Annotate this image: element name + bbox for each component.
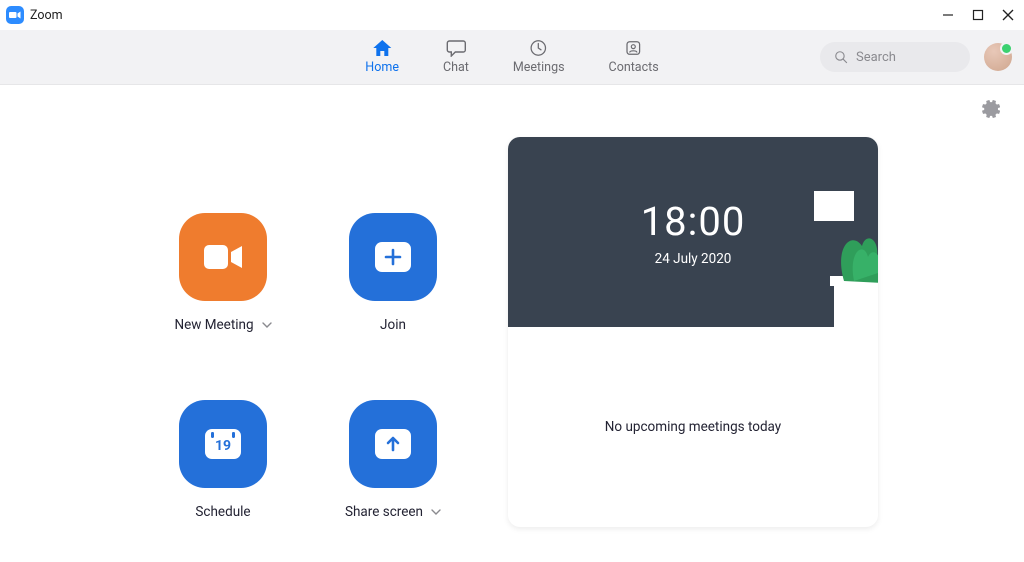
share-screen-label-row[interactable]: Share screen [345,504,441,520]
tab-home-label: Home [365,60,399,75]
contacts-icon [623,39,645,57]
schedule-action: 19 Schedule [148,400,298,527]
join-action: Join [318,213,468,340]
search-input[interactable]: Search [820,42,970,72]
minimize-button[interactable] [942,9,954,21]
tab-home[interactable]: Home [365,39,399,75]
home-icon [371,39,393,57]
new-meeting-label-row[interactable]: New Meeting [174,317,271,333]
nav-bar: Home Chat Meetings Contacts Search [0,30,1024,85]
search-icon [834,50,848,64]
share-screen-action: Share screen [318,400,468,527]
tab-contacts[interactable]: Contacts [609,39,659,75]
subheader [0,85,1024,127]
maximize-button[interactable] [972,9,984,21]
hero-time: 18:00 [641,198,746,245]
panel-body: No upcoming meetings today [508,327,878,527]
app-title: Zoom [30,8,63,23]
title-bar-left: Zoom [6,6,63,24]
calendar-day: 19 [215,438,231,454]
hero-date: 24 July 2020 [655,251,732,267]
tab-chat[interactable]: Chat [443,39,469,75]
plus-icon [375,242,411,272]
chevron-down-icon [431,507,441,517]
clock-icon [528,39,550,57]
tab-contacts-label: Contacts [609,60,659,75]
settings-button[interactable] [982,99,1002,123]
new-meeting-label: New Meeting [174,317,253,333]
tab-meetings[interactable]: Meetings [513,39,565,75]
plant-illustration [764,191,878,327]
nav-right: Search [820,42,1012,72]
window-controls [942,9,1014,21]
join-button[interactable] [349,213,437,301]
schedule-label[interactable]: Schedule [195,504,250,520]
new-meeting-action: New Meeting [148,213,298,340]
share-screen-button[interactable] [349,400,437,488]
chat-icon [445,39,467,57]
calendar-icon: 19 [205,429,241,459]
gear-icon [982,99,1002,119]
panel-hero: 18:00 24 July 2020 [508,137,878,327]
meetings-panel: 18:00 24 July 2020 No upcoming meetings … [508,137,878,527]
action-grid: New Meeting Join 19 Schedule [40,127,468,527]
avatar[interactable] [984,43,1012,71]
empty-meetings-msg: No upcoming meetings today [605,419,781,435]
close-button[interactable] [1002,9,1014,21]
main-content: New Meeting Join 19 Schedule [0,127,1024,527]
tab-meetings-label: Meetings [513,60,565,75]
video-icon [202,241,244,273]
tab-chat-label: Chat [443,60,469,75]
join-label[interactable]: Join [380,317,406,333]
search-placeholder: Search [856,50,896,65]
share-screen-label: Share screen [345,504,423,520]
nav-tabs: Home Chat Meetings Contacts [365,30,658,84]
chevron-down-icon [262,320,272,330]
zoom-app-icon [6,6,24,24]
new-meeting-button[interactable] [179,213,267,301]
arrow-up-icon [375,429,411,459]
title-bar: Zoom [0,0,1024,30]
schedule-button[interactable]: 19 [179,400,267,488]
